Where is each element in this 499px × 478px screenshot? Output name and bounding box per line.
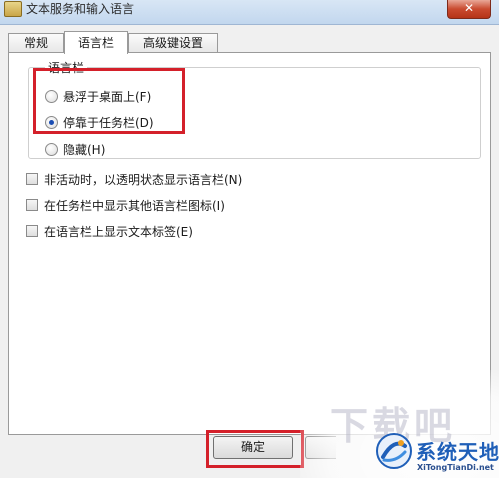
radio-button-selected-icon[interactable] <box>45 115 58 129</box>
checkbox-icon[interactable] <box>26 199 38 211</box>
checkbox-label: 在语言栏上显示文本标签(E) <box>44 224 193 239</box>
radio-label: 隐藏(H) <box>63 142 106 157</box>
language-bar-groupbox: 语言栏 悬浮于桌面上(F) 停靠于任务栏(D) 隐藏(H) <box>28 59 481 159</box>
tab-advanced-key-settings[interactable]: 高级键设置 <box>128 33 218 53</box>
watermark-brand-en: XiTongTianDi.net <box>417 463 494 472</box>
radio-label: 悬浮于桌面上(F) <box>63 89 152 104</box>
close-button[interactable]: ✕ <box>447 0 491 19</box>
radio-button-icon[interactable] <box>45 89 58 103</box>
checkbox-icon[interactable] <box>26 173 38 185</box>
checkbox-transparent-when-inactive[interactable]: 非活动时，以透明状态显示语言栏(N) <box>26 171 242 187</box>
window-title: 文本服务和输入语言 <box>26 2 135 16</box>
tab-general[interactable]: 常规 <box>8 33 64 53</box>
checkbox-label: 在任务栏中显示其他语言栏图标(I) <box>44 198 225 213</box>
tab-language-bar[interactable]: 语言栏 <box>64 31 128 54</box>
checkbox-label: 非活动时，以透明状态显示语言栏(N) <box>44 172 243 187</box>
watermark-brand-cn: 系统天地 <box>416 440 499 464</box>
radio-button-icon[interactable] <box>45 142 58 156</box>
radio-hidden[interactable]: 隐藏(H) <box>45 141 105 157</box>
checkbox-show-text-labels[interactable]: 在语言栏上显示文本标签(E) <box>26 223 193 239</box>
site-logo-icon <box>376 433 412 469</box>
checkbox-additional-icons-in-taskbar[interactable]: 在任务栏中显示其他语言栏图标(I) <box>26 197 225 213</box>
group-title: 语言栏 <box>45 59 88 76</box>
radio-float-on-desktop[interactable]: 悬浮于桌面上(F) <box>45 88 151 104</box>
ok-button[interactable]: 确定 <box>213 436 293 459</box>
radio-dock-in-taskbar[interactable]: 停靠于任务栏(D) <box>45 114 154 130</box>
checkbox-icon[interactable] <box>26 225 38 237</box>
keyboard-icon <box>4 1 22 17</box>
text-services-dialog: 文本服务和输入语言 ✕ 常规 语言栏 高级键设置 语言栏 悬浮于桌面上(F) 停… <box>0 0 499 478</box>
radio-label: 停靠于任务栏(D) <box>63 115 154 130</box>
title-bar: 文本服务和输入语言 ✕ <box>0 0 499 25</box>
